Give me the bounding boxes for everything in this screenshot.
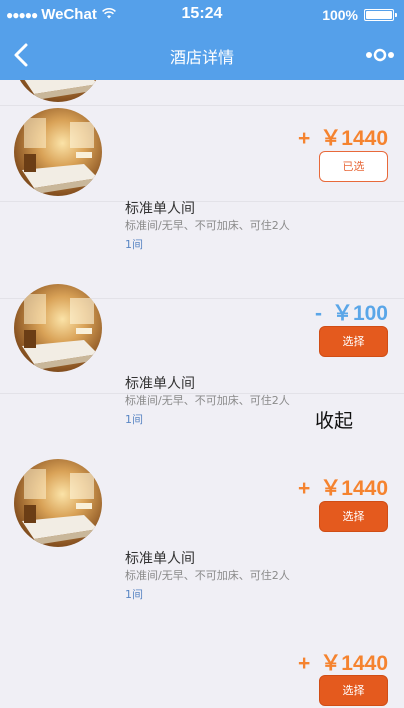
select-button[interactable]: 选择: [319, 675, 388, 706]
price-sign: +: [298, 652, 311, 675]
price-sign: +: [298, 127, 311, 150]
room-photo: [14, 459, 102, 547]
room-quantity: 1间: [125, 588, 143, 601]
more-dots-icon: [366, 48, 394, 62]
room-photo: [14, 108, 102, 196]
room-photo: [14, 80, 102, 102]
room-price: + ￥1440: [298, 122, 388, 152]
room-quantity: 1间: [125, 238, 143, 251]
room-desc: 标准间/无早、不可加床、可住2人: [125, 394, 290, 407]
room-list[interactable]: + ￥1440 已选 标准单人间 标准间/无早、不可加床、可住2人 1间 - ￥10…: [0, 80, 404, 708]
price-sign: +: [298, 477, 311, 500]
collapse-button[interactable]: 收起: [315, 406, 353, 433]
price-value: ￥1440: [320, 127, 388, 150]
selected-button[interactable]: 已选: [319, 151, 388, 182]
price-value: ￥1440: [320, 652, 388, 675]
price-value: ￥100: [331, 302, 388, 325]
room-price: + ￥1440: [298, 472, 388, 502]
room-name: 标准单人间: [125, 376, 195, 392]
select-button[interactable]: 选择: [319, 501, 388, 532]
room-desc: 标准间/无早、不可加床、可住2人: [125, 569, 290, 582]
price-sign: -: [314, 302, 322, 325]
divider: [0, 201, 404, 202]
battery-icon: [364, 9, 397, 21]
more-button[interactable]: [364, 44, 396, 66]
room-photo: [14, 284, 102, 372]
status-bar: ●●●●● WeChat 15:24 100%: [0, 0, 404, 30]
select-button[interactable]: 选择: [319, 326, 388, 357]
battery-percent: 100%: [322, 7, 358, 23]
room-price: - ￥100: [315, 297, 388, 327]
battery-info: 100%: [322, 7, 397, 23]
page-title: 酒店详情: [169, 48, 234, 67]
nav-bar: 酒店详情: [0, 30, 404, 80]
room-name: 标准单人间: [125, 551, 195, 567]
room-desc: 标准间/无早、不可加床、可住2人: [125, 219, 290, 232]
price-value: ￥1440: [320, 477, 388, 500]
room-price: + ￥1440: [298, 647, 388, 677]
room-quantity: 1间: [125, 413, 143, 426]
room-name: 标准单人间: [125, 201, 195, 217]
divider: [0, 105, 404, 106]
